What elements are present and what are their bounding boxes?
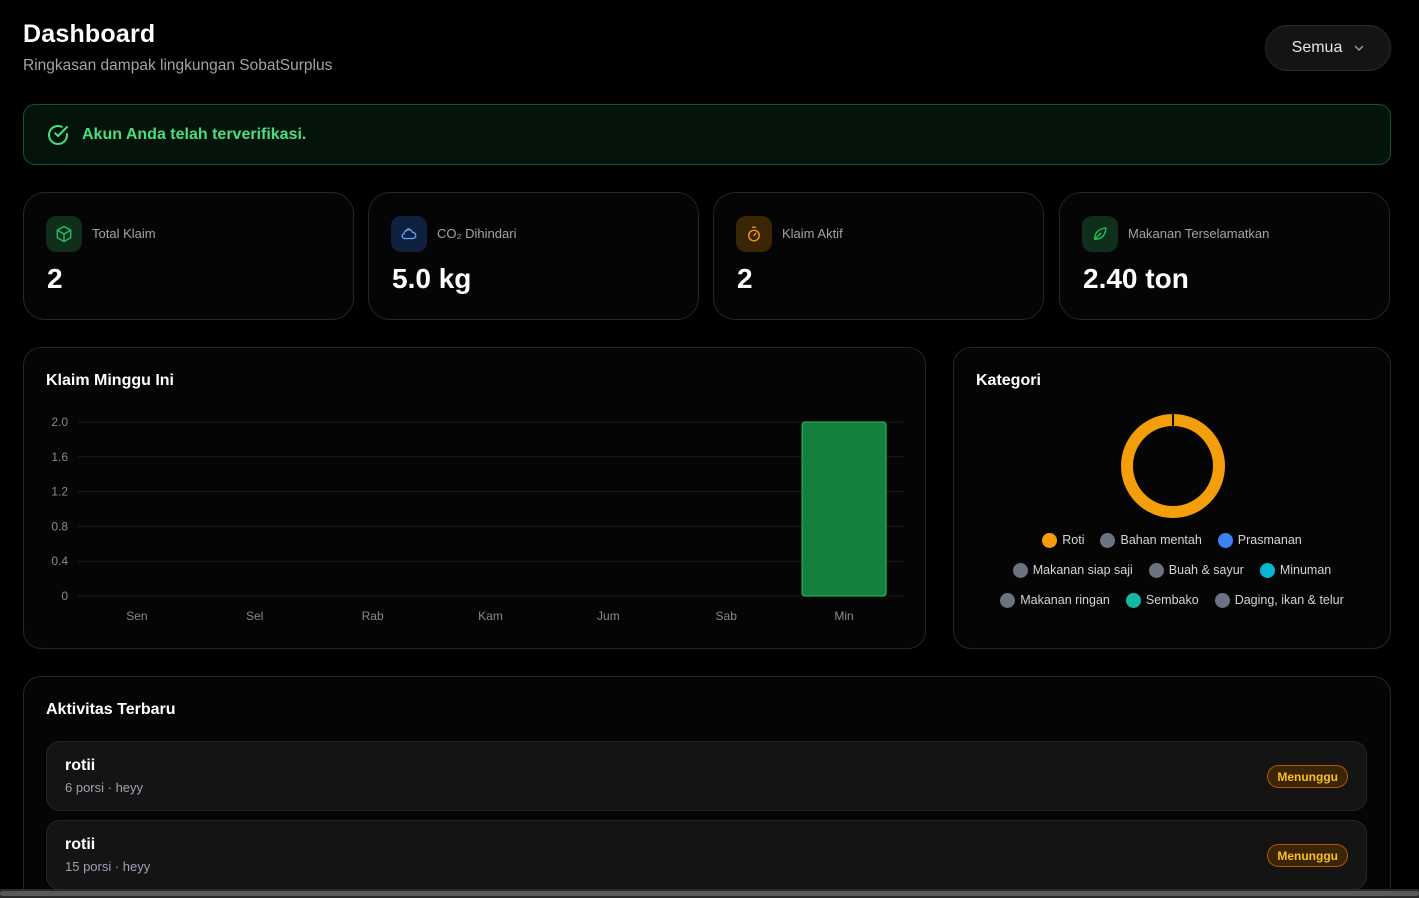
- stat-value: 2: [737, 263, 753, 294]
- box-icon: [46, 216, 82, 252]
- legend-item[interactable]: Buah & sayur: [1148, 562, 1244, 578]
- legend-item[interactable]: Sembako: [1125, 592, 1199, 608]
- check-circle-icon: [48, 124, 68, 145]
- x-tick-label: Jum: [597, 609, 620, 623]
- legend-item[interactable]: Minuman: [1259, 562, 1332, 578]
- leaf-icon: [1082, 216, 1118, 252]
- stat-label: Klaim Aktif: [782, 226, 843, 241]
- legend-swatch: [1042, 532, 1058, 548]
- legend-swatch: [1214, 592, 1230, 608]
- legend-swatch: [1125, 592, 1141, 608]
- filter-dropdown[interactable]: Semua: [1265, 25, 1391, 71]
- legend-item[interactable]: Daging, ikan & telur: [1214, 592, 1344, 608]
- activity-item-meta: 15 porsi · heyy: [65, 859, 151, 874]
- x-tick-label: Kam: [478, 609, 503, 623]
- stat-value: 5.0 kg: [392, 263, 472, 294]
- category-donut-chart: [1121, 413, 1225, 518]
- stat-value: 2: [47, 263, 63, 294]
- status-badge: Menunggu: [1267, 765, 1348, 788]
- activity-item-meta: 6 porsi · heyy: [65, 780, 144, 795]
- x-tick-label: Min: [834, 609, 853, 623]
- stat-label: CO₂ Dihindari: [437, 226, 517, 241]
- activity-title: Aktivitas Terbaru: [46, 701, 176, 718]
- x-tick-label: Sen: [126, 609, 147, 623]
- legend-swatch: [1217, 532, 1233, 548]
- activity-item-name: rotii: [65, 836, 96, 853]
- y-tick-label: 0.4: [51, 554, 68, 568]
- legend-swatch: [1148, 562, 1164, 578]
- legend-swatch: [1100, 532, 1116, 548]
- stat-card-klaim-aktif: Klaim Aktif 2: [713, 192, 1044, 320]
- x-tick-label: Sel: [246, 609, 263, 623]
- legend-item[interactable]: Prasmanan: [1217, 532, 1302, 548]
- legend-label: Minuman: [1279, 563, 1332, 577]
- weekly-claims-chart: 0 0.4 0.8 1.2 1.6 2.0 Sen Sel Rab Kam Jum Sab Min: [51, 415, 903, 623]
- page-title: Dashboard: [23, 20, 156, 48]
- pie-slice[interactable]: [1121, 414, 1225, 518]
- y-tick-label: 2.0: [51, 415, 68, 429]
- legend-item[interactable]: Bahan mentah: [1100, 532, 1202, 548]
- verified-banner: Akun Anda telah terverifikasi.: [23, 104, 1391, 165]
- weekly-claims-panel: Klaim Minggu Ini 0 0.4 0.8 1.2 1.6 2.0 Sen Sel R…: [23, 347, 926, 649]
- legend-label: Bahan mentah: [1120, 533, 1202, 547]
- page-header: Dashboard Ringkasan dampak lingkungan So…: [23, 20, 332, 75]
- chevron-down-icon: [1355, 45, 1364, 51]
- legend-label: Sembako: [1145, 593, 1199, 607]
- category-legend: Roti Bahan mentah Prasmanan Makanan siap sa…: [954, 532, 1390, 608]
- verified-text: Akun Anda telah terverifikasi.: [82, 125, 307, 143]
- legend-label: Daging, ikan & telur: [1234, 593, 1344, 607]
- y-tick-label: 1.2: [51, 485, 68, 499]
- horizontal-scrollbar[interactable]: [0, 889, 1419, 898]
- legend-label: Prasmanan: [1237, 533, 1302, 547]
- stat-card-makanan: Makanan Terselamatkan 2.40 ton: [1059, 192, 1390, 320]
- legend-item[interactable]: Roti: [1042, 532, 1084, 548]
- stat-card-co2: CO₂ Dihindari 5.0 kg: [368, 192, 699, 320]
- stat-value: 2.40 ton: [1083, 263, 1189, 294]
- filter-label: Semua: [1291, 39, 1343, 56]
- legend-swatch: [1012, 562, 1028, 578]
- status-badge: Menunggu: [1267, 844, 1348, 867]
- legend-label: Buah & sayur: [1168, 563, 1244, 577]
- legend-label: Roti: [1062, 533, 1085, 547]
- activity-item-name: rotii: [65, 757, 96, 774]
- legend-swatch: [1000, 592, 1016, 608]
- legend-swatch: [1259, 562, 1275, 578]
- cloud-icon: [391, 216, 427, 252]
- activity-item[interactable]: rotii 15 porsi · heyy Menunggu: [46, 820, 1367, 890]
- x-tick-label: Sab: [716, 609, 738, 623]
- legend-label: Makanan siap saji: [1032, 563, 1133, 577]
- y-tick-label: 0.8: [51, 519, 68, 533]
- bar[interactable]: [801, 421, 887, 597]
- stat-label: Total Klaim: [92, 226, 156, 241]
- stat-label: Makanan Terselamatkan: [1128, 226, 1270, 241]
- legend-item[interactable]: Makanan ringan: [1000, 592, 1110, 608]
- x-tick-label: Rab: [362, 609, 384, 623]
- y-tick-label: 1.6: [51, 450, 68, 464]
- legend-label: Makanan ringan: [1020, 593, 1110, 607]
- scrollbar-thumb[interactable]: [0, 891, 1419, 896]
- activity-item[interactable]: rotii 6 porsi · heyy Menunggu: [46, 741, 1367, 811]
- timer-icon: [736, 216, 772, 252]
- activity-panel: Aktivitas Terbaru rotii 6 porsi · heyy M…: [23, 676, 1391, 898]
- page-subtitle: Ringkasan dampak lingkungan SobatSurplus: [23, 57, 333, 74]
- y-tick-label: 0: [61, 589, 68, 603]
- legend-item[interactable]: Makanan siap saji: [1012, 562, 1133, 578]
- category-panel: Kategori Roti Bahan mentah Prasmanan Makana…: [953, 347, 1391, 649]
- stat-card-total-klaim: Total Klaim 2: [23, 192, 354, 320]
